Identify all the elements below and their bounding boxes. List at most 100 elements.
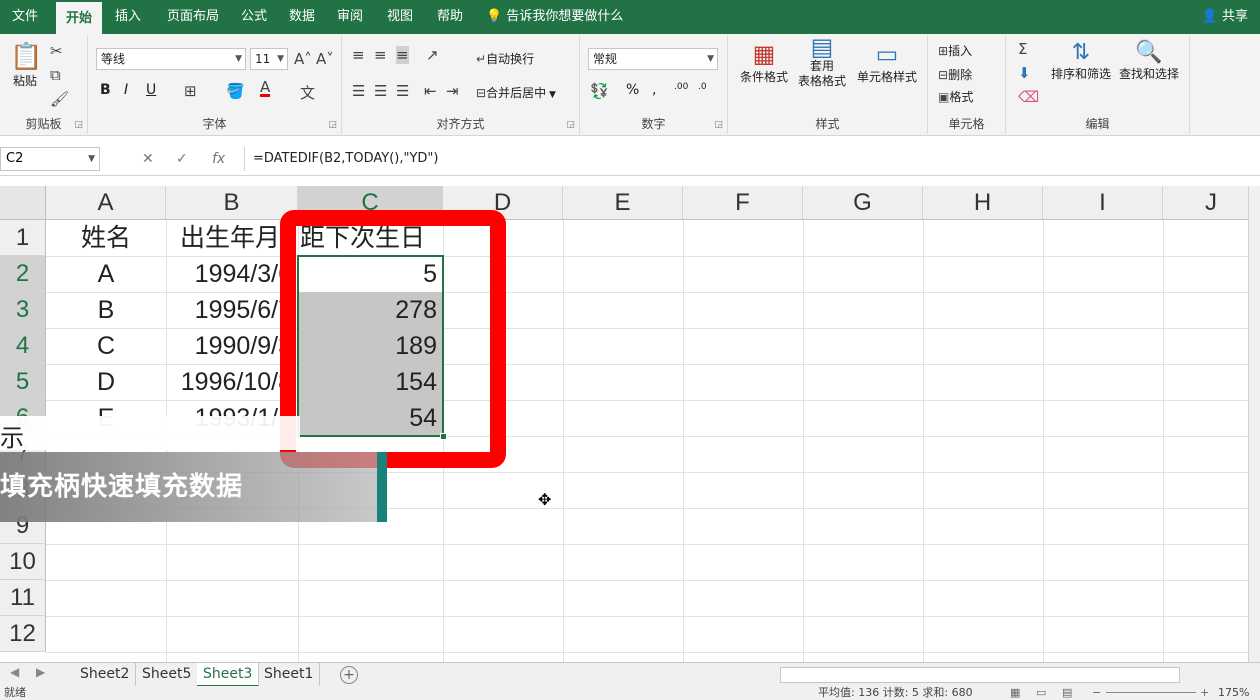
- fill-color-button[interactable]: 🪣: [226, 82, 245, 100]
- tab-home[interactable]: 开始: [56, 0, 102, 34]
- sort-filter-button[interactable]: ⇅ 排序和筛选: [1048, 40, 1114, 82]
- insert-function-icon[interactable]: fx: [212, 147, 225, 171]
- scroll-left-icon[interactable]: ◀: [10, 665, 19, 679]
- increase-indent-button[interactable]: ⇥: [446, 82, 459, 100]
- delete-cells-button[interactable]: ⊟删除: [938, 66, 972, 83]
- add-sheet-button[interactable]: +: [340, 666, 358, 684]
- name-box[interactable]: C2 ▼: [0, 147, 100, 171]
- copy-button[interactable]: ⧉: [50, 66, 61, 84]
- format-as-table-button[interactable]: ▤ 套用 表格格式: [792, 35, 852, 89]
- grow-font-button[interactable]: A˄: [294, 50, 312, 68]
- format-painter-button[interactable]: 🖌: [50, 90, 69, 108]
- tab-formulas[interactable]: 公式: [234, 0, 274, 34]
- column-header-a[interactable]: A: [46, 186, 166, 220]
- font-color-button[interactable]: A: [260, 80, 271, 97]
- tab-review[interactable]: 审阅: [330, 0, 370, 34]
- borders-button[interactable]: ⊞: [184, 82, 197, 100]
- autosum-button[interactable]: Σ: [1018, 40, 1027, 58]
- zoom-slider[interactable]: [1106, 692, 1196, 693]
- align-center-button[interactable]: ☰: [374, 82, 387, 100]
- orientation-button[interactable]: ↗: [426, 46, 439, 64]
- sheet-tab-sheet1[interactable]: Sheet1: [258, 663, 321, 687]
- wrap-text-button[interactable]: ↵自动换行: [476, 50, 534, 67]
- cell-a4[interactable]: C: [46, 328, 166, 364]
- column-header-h[interactable]: H: [923, 186, 1043, 220]
- row-header-11[interactable]: 11: [0, 580, 46, 616]
- align-middle-button[interactable]: ≡: [374, 46, 387, 64]
- cell-a3[interactable]: B: [46, 292, 166, 328]
- column-header-b[interactable]: B: [166, 186, 298, 220]
- phonetic-button[interactable]: 文: [300, 82, 315, 103]
- page-layout-view-icon[interactable]: ▭: [1036, 686, 1046, 700]
- zoom-in-icon[interactable]: +: [1200, 686, 1209, 700]
- cell-a1[interactable]: 姓名: [46, 220, 166, 256]
- share-button[interactable]: 👤 共享: [1202, 0, 1248, 34]
- merge-center-button[interactable]: ⊟合并后居中 ▼: [476, 84, 556, 101]
- cell-b3[interactable]: 1995/6/7: [166, 292, 298, 328]
- clear-button[interactable]: ⌫: [1018, 88, 1039, 106]
- cancel-icon[interactable]: ✕: [142, 147, 154, 171]
- clipboard-launcher-icon[interactable]: ◲: [74, 120, 83, 130]
- select-all-button[interactable]: [0, 186, 46, 220]
- tell-me-box[interactable]: 💡 告诉我你想要做什么: [486, 0, 623, 34]
- accounting-button[interactable]: 💱: [590, 82, 609, 100]
- column-header-e[interactable]: E: [563, 186, 683, 220]
- decrease-indent-button[interactable]: ⇤: [424, 82, 437, 100]
- comma-button[interactable]: ,: [652, 82, 656, 98]
- cell-a5[interactable]: D: [46, 364, 166, 400]
- vertical-scrollbar[interactable]: [1248, 186, 1260, 662]
- scroll-right-icon[interactable]: ▶: [36, 665, 45, 679]
- fill-button[interactable]: ⬇: [1018, 64, 1031, 82]
- format-cells-button[interactable]: ▣格式: [938, 88, 973, 105]
- percent-button[interactable]: %: [626, 82, 639, 98]
- shrink-font-button[interactable]: A˅: [316, 50, 334, 68]
- sheet-tab-sheet2[interactable]: Sheet2: [74, 663, 137, 687]
- paste-button[interactable]: 📋 粘贴: [10, 42, 42, 89]
- underline-button[interactable]: U: [146, 82, 156, 98]
- column-header-g[interactable]: G: [803, 186, 923, 220]
- cell-styles-button[interactable]: ▭ 单元格样式: [854, 40, 920, 85]
- font-launcher-icon[interactable]: ◲: [328, 120, 337, 130]
- decrease-decimal-button[interactable]: .0: [698, 82, 707, 92]
- increase-decimal-button[interactable]: .00: [674, 82, 688, 92]
- row-header-1[interactable]: 1: [0, 220, 46, 256]
- zoom-level[interactable]: 175%: [1218, 686, 1249, 700]
- row-header-3[interactable]: 3: [0, 292, 46, 328]
- conditional-format-button[interactable]: ▦ 条件格式: [736, 40, 792, 85]
- number-format-combo[interactable]: 常规 ▼: [588, 48, 718, 70]
- row-header-2[interactable]: 2: [0, 256, 46, 292]
- tab-view[interactable]: 视图: [380, 0, 420, 34]
- row-header-12[interactable]: 12: [0, 616, 46, 652]
- align-bottom-button[interactable]: ≡: [396, 46, 409, 64]
- align-left-button[interactable]: ☰: [352, 82, 365, 100]
- insert-cells-button[interactable]: ⊞插入: [938, 42, 972, 59]
- cell-b5[interactable]: 1996/10/8: [166, 364, 298, 400]
- confirm-icon[interactable]: ✓: [176, 147, 188, 171]
- cell-b2[interactable]: 1994/3/6: [166, 256, 298, 292]
- alignment-launcher-icon[interactable]: ◲: [566, 120, 575, 130]
- page-break-view-icon[interactable]: ▤: [1062, 686, 1072, 700]
- font-size-combo[interactable]: 11 ▼: [250, 48, 288, 70]
- normal-view-icon[interactable]: ▦: [1010, 686, 1020, 700]
- tab-help[interactable]: 帮助: [430, 0, 470, 34]
- zoom-out-icon[interactable]: −: [1092, 686, 1101, 700]
- column-header-i[interactable]: I: [1043, 186, 1163, 220]
- align-top-button[interactable]: ≡: [352, 46, 365, 64]
- italic-button[interactable]: I: [124, 82, 128, 98]
- tab-insert[interactable]: 插入: [108, 0, 148, 34]
- number-launcher-icon[interactable]: ◲: [714, 120, 723, 130]
- tab-data[interactable]: 数据: [282, 0, 322, 34]
- find-select-button[interactable]: 🔍 查找和选择: [1116, 40, 1182, 82]
- sheet-tab-sheet3[interactable]: Sheet3: [197, 663, 260, 687]
- cell-b4[interactable]: 1990/9/3: [166, 328, 298, 364]
- align-right-button[interactable]: ☰: [396, 82, 409, 100]
- tab-page-layout[interactable]: 页面布局: [158, 0, 228, 34]
- horizontal-scrollbar[interactable]: [780, 667, 1180, 683]
- row-header-10[interactable]: 10: [0, 544, 46, 580]
- sheet-tab-sheet5[interactable]: Sheet5: [136, 663, 199, 687]
- cell-a2[interactable]: A: [46, 256, 166, 292]
- row-header-5[interactable]: 5: [0, 364, 46, 400]
- row-header-4[interactable]: 4: [0, 328, 46, 364]
- font-name-combo[interactable]: 等线 ▼: [96, 48, 246, 70]
- column-header-j[interactable]: J: [1163, 186, 1260, 220]
